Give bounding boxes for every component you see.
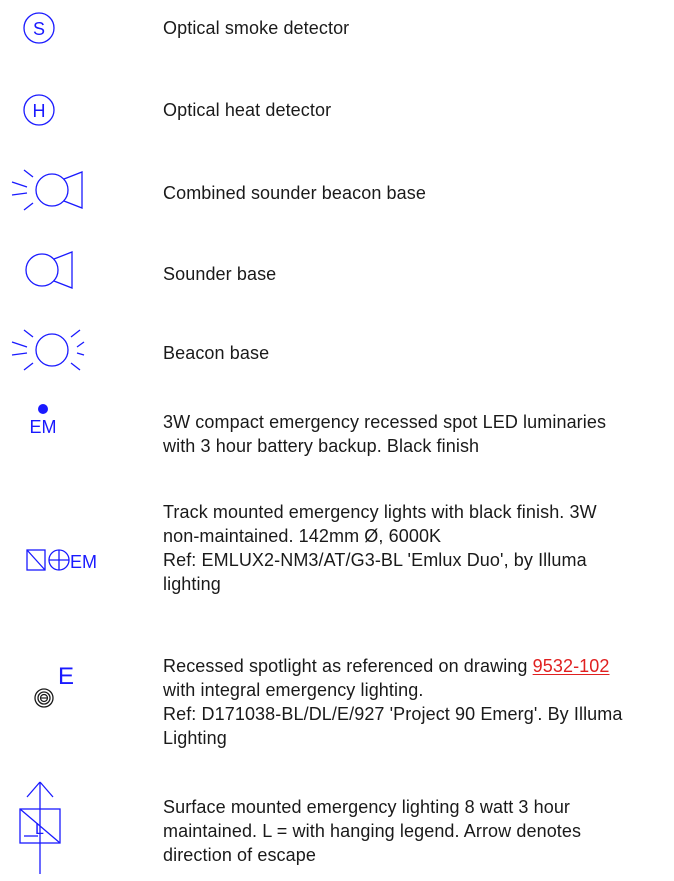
beacon-description: Beacon base bbox=[163, 343, 270, 363]
track-emergency-label: EM bbox=[70, 552, 97, 572]
sounder-description: Sounder base bbox=[163, 264, 277, 284]
recessed-spot-emergency-label: E bbox=[58, 663, 74, 690]
surface-emergency-description: Surface mounted emergency lighting 8 wat… bbox=[163, 797, 582, 865]
recessed-spot-emergency-icon: E bbox=[30, 658, 80, 719]
emergency-spot-icon: EM bbox=[22, 400, 72, 445]
track-emergency-icon: EM bbox=[26, 544, 136, 581]
sounder-icon bbox=[8, 248, 84, 297]
smoke-detector-letter: S bbox=[33, 19, 45, 39]
drawing-reference-link[interactable]: 9532-102 bbox=[533, 656, 610, 676]
track-emergency-description: Track mounted emergency lights with blac… bbox=[163, 502, 597, 594]
hanging-legend-letter: L bbox=[35, 821, 44, 838]
emergency-spot-description: 3W compact emergency recessed spot LED l… bbox=[163, 412, 607, 456]
smoke-detector-icon: S bbox=[22, 10, 58, 51]
recessed-spot-emergency-description: Recessed spotlight as referenced on draw… bbox=[163, 656, 623, 748]
combined-sounder-beacon-icon bbox=[8, 168, 84, 217]
heat-detector-icon: H bbox=[22, 92, 58, 133]
combined-sounder-beacon-description: Combined sounder beacon base bbox=[163, 183, 426, 203]
emergency-spot-label: EM bbox=[30, 417, 57, 437]
beacon-icon bbox=[8, 328, 85, 377]
smoke-detector-description: Optical smoke detector bbox=[163, 18, 350, 38]
heat-detector-description: Optical heat detector bbox=[163, 100, 332, 120]
escape-direction-icon: L bbox=[8, 776, 78, 881]
heat-detector-letter: H bbox=[33, 101, 46, 121]
